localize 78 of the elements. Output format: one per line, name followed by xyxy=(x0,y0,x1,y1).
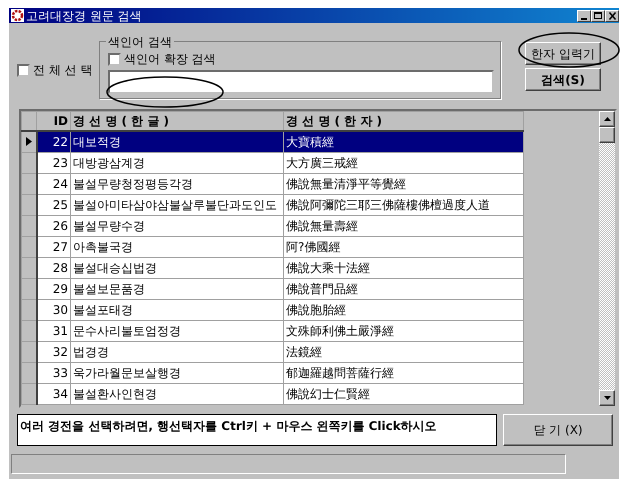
table-cell: 31 xyxy=(36,320,70,341)
close-icon xyxy=(608,12,616,20)
table-cell: 26 xyxy=(36,215,70,236)
table-cell: 대보적경 xyxy=(70,131,284,152)
down-arrow-icon xyxy=(604,396,610,400)
table-cell: 28 xyxy=(36,257,70,278)
table-cell: 아촉불국경 xyxy=(70,236,284,257)
table-cell: 22 xyxy=(36,131,70,152)
checkbox-label: 색인어 확장 검색 xyxy=(124,51,216,68)
column-header: ID xyxy=(36,112,70,131)
hint-text: 여러 경전을 선택하려면, 행선택자를 Ctrl키 + 마우스 왼쪽키를 Click하시오 xyxy=(17,414,497,446)
scrollbar[interactable] xyxy=(599,111,615,406)
table-cell: 불설무량수경 xyxy=(70,215,284,236)
row-pointer-icon xyxy=(26,137,32,146)
table-cell: 佛說大乘十法經 xyxy=(284,257,524,278)
table-row[interactable]: 23 대방광삼계경 大方廣三戒經 xyxy=(22,152,524,173)
table-cell: 불설포태경 xyxy=(70,299,284,320)
table-cell: 34 xyxy=(36,383,70,404)
table-cell: 大方廣三戒經 xyxy=(284,152,524,173)
table-cell: 27 xyxy=(36,236,70,257)
table-cell: 불설환사인현경 xyxy=(70,383,284,404)
search-field[interactable] xyxy=(108,70,494,94)
close-button[interactable] xyxy=(605,10,619,22)
table-cell: 文殊師利佛土嚴淨經 xyxy=(284,320,524,341)
minimize-button[interactable] xyxy=(577,10,591,22)
table-cell: 佛說無量壽經 xyxy=(284,215,524,236)
scroll-thumb[interactable] xyxy=(599,127,615,143)
table-row[interactable]: 32 법경경 法鏡經 xyxy=(22,341,524,362)
column-header: 경 선 명 ( 한 글 ) xyxy=(70,112,284,131)
table-row[interactable]: 31 문수사리불토엄정경 文殊師利佛土嚴淨經 xyxy=(22,320,524,341)
checkbox-label: 전 체 선 택 xyxy=(33,62,92,79)
table-row[interactable]: 26 불설무량수경 佛說無量壽經 xyxy=(22,215,524,236)
table-cell: 23 xyxy=(36,152,70,173)
search-button[interactable]: 검색(S) xyxy=(525,68,601,91)
scroll-up-button[interactable] xyxy=(599,111,615,127)
hanja-input-button[interactable]: 한자 입력기 xyxy=(525,42,601,65)
table-cell: 법경경 xyxy=(70,341,284,362)
table-row[interactable]: 28 불설대승십법경 佛說大乘十法經 xyxy=(22,257,524,278)
maximize-icon xyxy=(594,12,602,19)
maximize-button[interactable] xyxy=(591,10,605,22)
table-cell: 大寶積經 xyxy=(284,131,524,152)
table-cell: 불설무량청정평등각경 xyxy=(70,173,284,194)
table-cell: 불설보문품경 xyxy=(70,278,284,299)
up-arrow-icon xyxy=(604,117,610,121)
table-cell: 佛說幻士仁賢經 xyxy=(284,383,524,404)
table-cell: 대방광삼계경 xyxy=(70,152,284,173)
table-row[interactable]: 29 불설보문품경 佛說普門品經 xyxy=(22,278,524,299)
table-cell: 佛說普門品經 xyxy=(284,278,524,299)
window-title: 고려대장경 원문 검색 xyxy=(26,8,142,24)
table-row[interactable]: 25 불설아미타삼야삼불살루불단과도인도 佛說阿彌陀三耶三佛薩樓佛檀過度人道 xyxy=(22,194,524,215)
table-cell: 法鏡經 xyxy=(284,341,524,362)
table-cell: 32 xyxy=(36,341,70,362)
table-cell: 佛說胞胎經 xyxy=(284,299,524,320)
table-cell: 郁迦羅越問菩薩行經 xyxy=(284,362,524,383)
column-header: 경 선 명 ( 한 자 ) xyxy=(284,112,524,131)
table-row[interactable]: 30 불설포태경 佛說胞胎經 xyxy=(22,299,524,320)
table-cell: 29 xyxy=(36,278,70,299)
checkbox[interactable] xyxy=(17,64,30,76)
table-row[interactable]: 34 불설환사인현경 佛說幻士仁賢經 xyxy=(22,383,524,404)
table-cell: 佛說阿彌陀三耶三佛薩樓佛檀過度人道 xyxy=(284,194,524,215)
table-cell: 25 xyxy=(36,194,70,215)
table-cell: 24 xyxy=(36,173,70,194)
table-cell: 30 xyxy=(36,299,70,320)
table-row[interactable]: 27 아촉불국경 阿?佛國經 xyxy=(22,236,524,257)
close-button[interactable]: 닫 기 (X) xyxy=(503,414,613,446)
table-row[interactable]: 22 대보적경 大寶積經 xyxy=(22,131,524,152)
table-cell: 불설대승십법경 xyxy=(70,257,284,278)
table-cell: 욱가라월문보살행경 xyxy=(70,362,284,383)
checkbox[interactable] xyxy=(108,52,121,66)
table-cell: 佛說無量清淨平等覺經 xyxy=(284,173,524,194)
table-cell: 문수사리불토엄정경 xyxy=(70,320,284,341)
table-row[interactable]: 33 욱가라월문보살행경 郁迦羅越問菩薩行經 xyxy=(22,362,524,383)
scroll-down-button[interactable] xyxy=(599,390,615,406)
table-cell: 불설아미타삼야삼불살루불단과도인도 xyxy=(70,194,284,215)
table-row[interactable]: 24 불설무량청정평등각경 佛說無量清淨平等覺經 xyxy=(22,173,524,194)
minimize-icon xyxy=(581,18,587,20)
table-cell: 阿?佛國經 xyxy=(284,236,524,257)
table-cell: 33 xyxy=(36,362,70,383)
